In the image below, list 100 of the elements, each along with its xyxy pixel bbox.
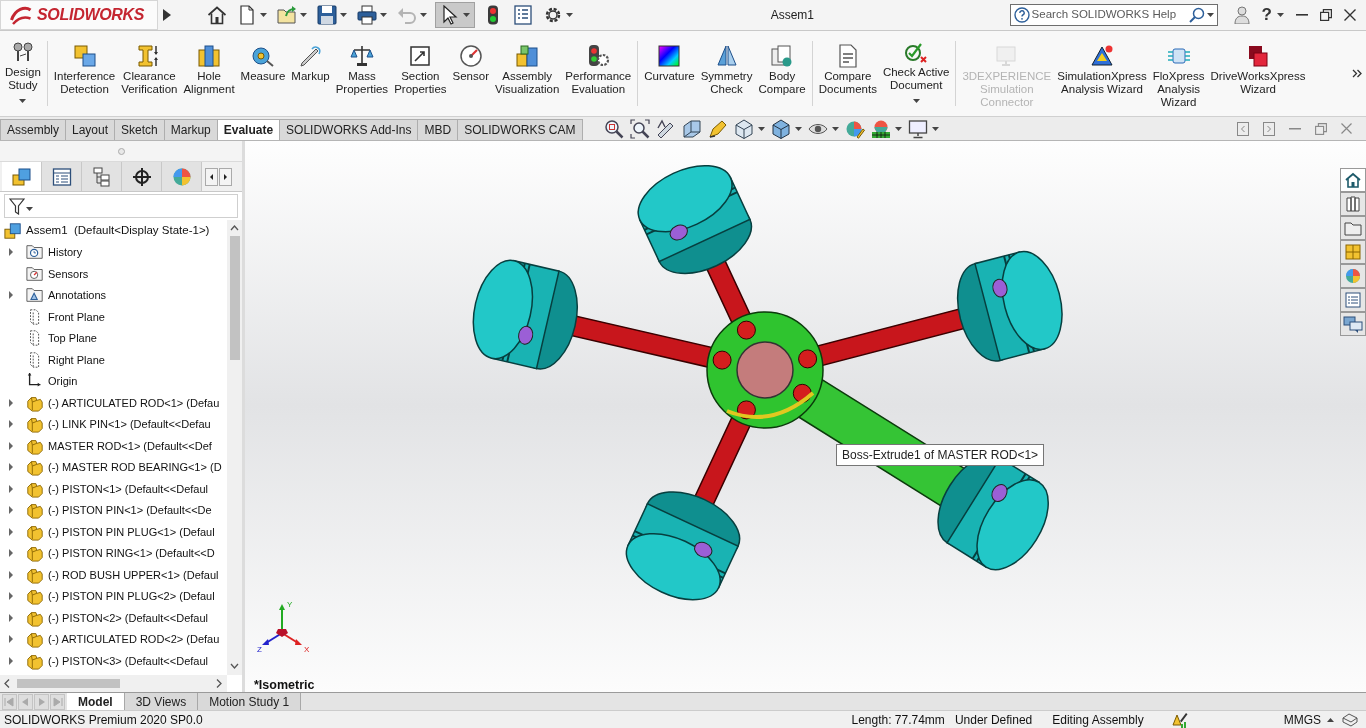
expand-arrow-icon[interactable] bbox=[9, 635, 13, 644]
grid-panel-icon[interactable] bbox=[1340, 240, 1366, 264]
caret-icon[interactable] bbox=[912, 99, 920, 103]
caret-icon[interactable] bbox=[1277, 13, 1284, 17]
expand-arrow-icon[interactable] bbox=[9, 291, 13, 300]
expand-arrow-icon[interactable] bbox=[9, 463, 13, 472]
expand-arrow-icon[interactable] bbox=[9, 484, 13, 493]
expand-arrow-icon[interactable] bbox=[9, 656, 13, 665]
scroll-right-icon[interactable] bbox=[219, 167, 232, 186]
caret-up-icon[interactable] bbox=[1327, 717, 1334, 722]
shaded-cube-icon[interactable] bbox=[770, 118, 791, 139]
restore-icon[interactable] bbox=[1320, 9, 1332, 21]
section-box-icon[interactable] bbox=[681, 118, 702, 139]
horizontal-scrollbar[interactable] bbox=[0, 675, 227, 692]
tree-item[interactable]: (-) ARTICULATED ROD<2> (Defau bbox=[44, 631, 220, 648]
expand-arrow-icon[interactable] bbox=[9, 527, 13, 536]
command-button[interactable]: Compare Documents bbox=[815, 31, 880, 116]
expand-arrow-icon[interactable] bbox=[9, 613, 13, 622]
caret-icon[interactable] bbox=[300, 13, 307, 17]
tree-item[interactable]: Right Plane bbox=[44, 351, 105, 368]
command-button[interactable]: Curvature bbox=[641, 31, 698, 116]
menu-arrow-icon[interactable] bbox=[163, 9, 171, 21]
tree-item[interactable]: (-) PISTON PIN<1> (Default<<De bbox=[44, 502, 212, 519]
command-button[interactable]: Body Compare bbox=[755, 31, 809, 116]
command-button[interactable]: Symmetry Check bbox=[697, 31, 756, 116]
command-button[interactable]: Interference Detection bbox=[50, 31, 119, 116]
magnifier-frame-icon[interactable] bbox=[629, 118, 650, 139]
command-button[interactable]: Markup bbox=[288, 31, 333, 116]
command-button[interactable]: SimulationXpress Analysis Wizard bbox=[1054, 31, 1150, 116]
caret-icon[interactable] bbox=[931, 126, 939, 131]
panel-arrow-left-icon[interactable] bbox=[1237, 121, 1249, 136]
cube-icon[interactable] bbox=[733, 118, 754, 139]
command-tab[interactable]: MBD bbox=[417, 119, 459, 140]
tree-item[interactable]: (-) PISTON<2> (Default<<Defaul bbox=[44, 609, 208, 626]
panel-tab[interactable] bbox=[122, 162, 162, 191]
tree-item[interactable]: (-) PISTON PIN PLUG<2> (Defaul bbox=[44, 588, 215, 605]
view-tab[interactable]: Motion Study 1 bbox=[198, 693, 302, 710]
help-search-field[interactable]: Search SOLIDWORKS Help bbox=[1009, 4, 1218, 26]
tree-item[interactable]: Assem1 (Default<Display State-1>) bbox=[22, 222, 210, 240]
command-tab[interactable]: Layout bbox=[65, 119, 116, 140]
command-button[interactable]: Assembly Visualization bbox=[492, 31, 563, 116]
command-tab[interactable]: SOLIDWORKS CAM bbox=[457, 119, 583, 140]
double-chevron-icon[interactable] bbox=[1352, 69, 1362, 78]
magnifier-icon[interactable] bbox=[603, 118, 624, 139]
expand-arrow-icon[interactable] bbox=[9, 398, 13, 407]
folder-icon[interactable] bbox=[1340, 216, 1366, 240]
panel-arrow-right-icon[interactable] bbox=[1263, 121, 1275, 136]
tree-item[interactable]: (-) PISTON PIN PLUG<1> (Defaul bbox=[44, 523, 215, 540]
caret-icon[interactable] bbox=[831, 126, 839, 131]
panel-tab[interactable] bbox=[42, 162, 82, 191]
monitor-icon[interactable] bbox=[907, 118, 928, 139]
tree-item[interactable]: Sensors bbox=[44, 265, 89, 282]
expand-arrow-icon[interactable] bbox=[9, 248, 13, 257]
tree-item[interactable]: Annotations bbox=[44, 287, 107, 304]
document-icon[interactable] bbox=[237, 5, 257, 25]
expand-arrow-icon[interactable] bbox=[9, 506, 13, 515]
caret-icon[interactable] bbox=[757, 126, 765, 131]
caret-icon[interactable] bbox=[794, 126, 802, 131]
vertical-scrollbar[interactable] bbox=[227, 220, 242, 675]
grip-dot-icon[interactable] bbox=[117, 147, 125, 155]
caret-icon[interactable] bbox=[260, 13, 267, 17]
tree-item[interactable]: (-) PISTON<1> (Default<<Defaul bbox=[44, 480, 208, 497]
minimize-icon[interactable] bbox=[1296, 14, 1308, 16]
command-button[interactable]: Mass Properties bbox=[332, 31, 392, 116]
tree-item[interactable]: Origin bbox=[44, 373, 78, 390]
expand-arrow-icon[interactable] bbox=[9, 549, 13, 558]
filter-field[interactable] bbox=[4, 194, 238, 218]
chat-bubbles-icon[interactable] bbox=[1340, 312, 1366, 336]
command-tab[interactable]: Sketch bbox=[114, 119, 165, 140]
command-button[interactable]: Clearance Verification bbox=[118, 31, 181, 116]
caret-icon[interactable] bbox=[463, 13, 470, 17]
home-icon[interactable] bbox=[207, 5, 227, 25]
tree-item[interactable]: MASTER ROD<1> (Default<<Def bbox=[44, 437, 212, 454]
list-icon[interactable] bbox=[1340, 288, 1366, 312]
command-button[interactable]: Measure bbox=[237, 31, 289, 116]
printer-icon[interactable] bbox=[357, 5, 377, 25]
command-button[interactable]: DriveWorksXpress Wizard bbox=[1207, 31, 1309, 116]
caret-icon[interactable] bbox=[1206, 13, 1214, 17]
caret-icon[interactable] bbox=[380, 13, 387, 17]
home-icon[interactable] bbox=[1340, 168, 1366, 192]
tree-item[interactable]: (-) PISTON RING<1> (Default<<D bbox=[44, 545, 215, 562]
expand-arrow-icon[interactable] bbox=[9, 441, 13, 450]
close-icon[interactable] bbox=[1344, 9, 1356, 21]
command-tab[interactable]: Markup bbox=[163, 119, 218, 140]
units-label[interactable]: MMGS bbox=[1283, 710, 1321, 728]
command-button[interactable]: Performance Evaluation bbox=[562, 31, 635, 116]
tree-item[interactable]: (-) MASTER ROD BEARING<1> (D bbox=[44, 459, 222, 476]
command-button[interactable]: Design Study bbox=[2, 31, 44, 116]
minimize-icon[interactable] bbox=[1289, 127, 1301, 130]
tree-item[interactable]: (-) PISTON<3> (Default<<Defaul bbox=[44, 652, 208, 669]
tree-item[interactable]: (-) LINK PIN<1> (Default<<Defau bbox=[44, 416, 211, 433]
command-tab[interactable]: Assembly bbox=[0, 119, 66, 140]
expand-arrow-icon[interactable] bbox=[9, 570, 13, 579]
caret-icon[interactable] bbox=[894, 126, 902, 131]
slanted-bar-icon[interactable] bbox=[655, 118, 676, 139]
help-button[interactable]: ? bbox=[1261, 5, 1272, 25]
view-tab[interactable]: 3D Views bbox=[124, 693, 199, 710]
search-input[interactable]: Search SOLIDWORKS Help bbox=[1031, 6, 1187, 24]
expand-arrow-icon[interactable] bbox=[9, 592, 13, 601]
scroll-left-icon[interactable] bbox=[205, 167, 218, 186]
